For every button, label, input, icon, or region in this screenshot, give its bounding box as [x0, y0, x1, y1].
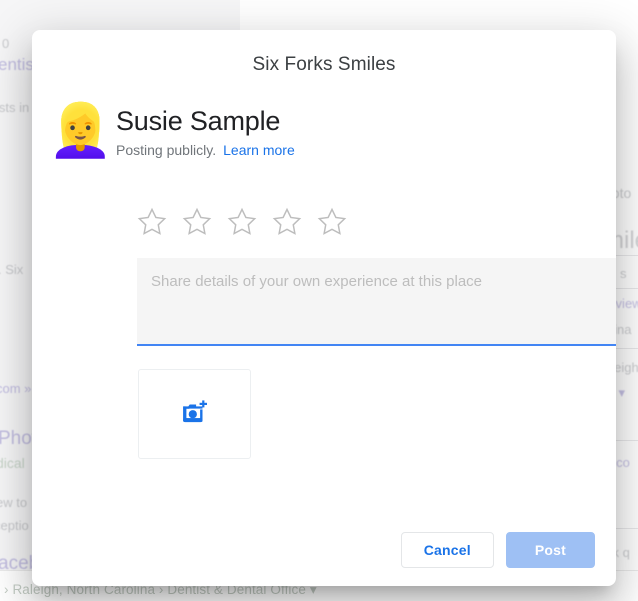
star-outline-icon[interactable]	[271, 206, 303, 238]
post-button[interactable]: Post	[505, 532, 595, 568]
add-photo-camera-icon	[182, 399, 208, 429]
reviewer-meta: Susie Sample Posting publicly. Learn more	[116, 103, 295, 159]
posting-publicly-label: Posting publicly.	[116, 142, 217, 158]
dialog-footer: Cancel Post	[400, 532, 595, 568]
page-title: Six Forks Smiles	[252, 54, 396, 75]
reviewer-name: Susie Sample	[116, 106, 281, 136]
review-text-field	[137, 258, 616, 346]
learn-more-link[interactable]: Learn more	[223, 142, 295, 158]
avatar: 👱‍♀️	[48, 102, 113, 160]
star-rating-control[interactable]	[136, 206, 348, 238]
add-photo-button[interactable]	[138, 369, 251, 459]
star-outline-icon[interactable]	[316, 206, 348, 238]
cancel-button[interactable]: Cancel	[400, 532, 494, 568]
posting-visibility-note: Posting publicly. Learn more	[116, 141, 295, 159]
star-outline-icon[interactable]	[181, 206, 213, 238]
backdrop-text-fragment: ists in	[0, 100, 30, 115]
backdrop-text-fragment: 0	[2, 36, 10, 51]
reviewer-identity-row: 👱‍♀️ Susie Sample Posting publicly. Learn…	[48, 103, 295, 159]
star-outline-icon[interactable]	[136, 206, 168, 238]
review-input[interactable]	[137, 258, 616, 344]
write-review-dialog: Six Forks Smiles 👱‍♀️ Susie Sample Posti…	[32, 30, 616, 586]
backdrop-text-fragment: . Six	[0, 262, 24, 277]
backdrop-text-fragment: ceptio	[0, 518, 29, 533]
star-outline-icon[interactable]	[226, 206, 258, 238]
backdrop-text-fragment: ew to	[0, 495, 28, 510]
backdrop-text-fragment: s	[620, 266, 627, 281]
review-input-focus-underline	[137, 344, 616, 346]
backdrop-text-fragment: com »	[0, 381, 32, 396]
backdrop-text-fragment: dical	[0, 455, 25, 471]
